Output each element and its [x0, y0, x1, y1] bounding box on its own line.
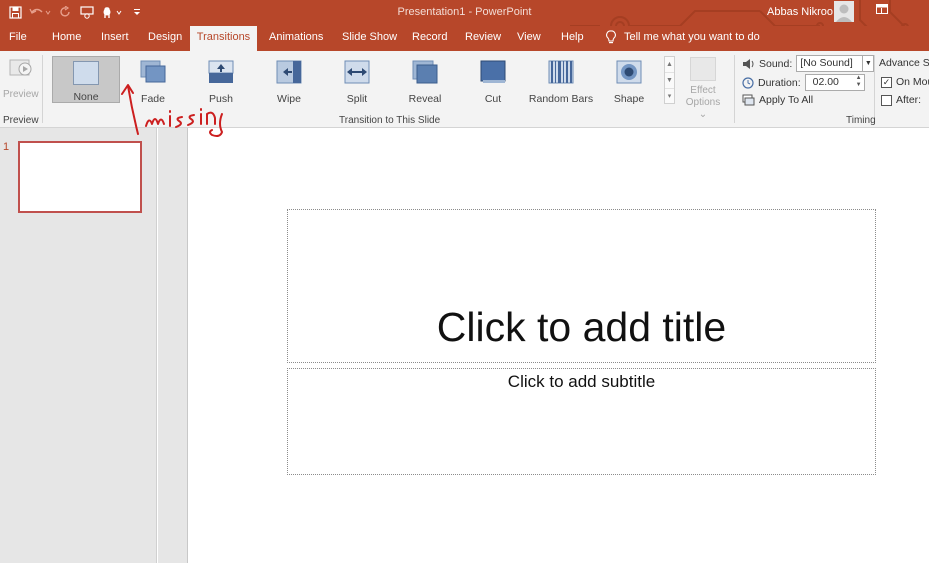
- on-mouse-click-checkbox[interactable]: ✓: [881, 76, 892, 88]
- gallery-more-icon[interactable]: ▾: [665, 89, 674, 105]
- group-divider: [42, 55, 43, 123]
- avatar[interactable]: [834, 1, 854, 22]
- transition-wipe[interactable]: Wipe: [256, 56, 322, 105]
- transition-cut[interactable]: Cut: [460, 56, 526, 105]
- transition-label: Wipe: [277, 93, 301, 105]
- lightbulb-icon: [606, 30, 616, 44]
- effect-options-label-2: Options ⌄: [685, 97, 721, 120]
- duration-label: Duration:: [758, 76, 801, 89]
- effect-options-label-1: Effect: [690, 85, 716, 96]
- tab-animations[interactable]: Animations: [269, 31, 323, 43]
- tab-transitions[interactable]: Transitions: [190, 26, 257, 51]
- apply-all-icon: [742, 94, 755, 106]
- advance-slide-label: Advance Sli: [879, 57, 929, 69]
- apply-to-all-button[interactable]: Apply To All: [742, 94, 813, 106]
- pane-splitter[interactable]: [158, 128, 188, 563]
- after-row[interactable]: After:: [881, 94, 921, 106]
- slide-thumbnail[interactable]: [18, 141, 142, 213]
- tab-home[interactable]: Home: [52, 31, 81, 43]
- apply-to-all-label: Apply To All: [759, 94, 814, 106]
- random-bars-icon: [548, 60, 574, 84]
- sound-row: Sound: [No Sound] ▼: [742, 55, 875, 72]
- tab-design[interactable]: Design: [148, 31, 182, 43]
- group-label-preview: Preview: [3, 115, 39, 126]
- sound-label: Sound:: [759, 57, 793, 70]
- tell-me-search[interactable]: Tell me what you want to do: [606, 30, 760, 44]
- transition-push[interactable]: Push: [188, 56, 254, 105]
- slide-canvas: Click to add title Click to add subtitle: [189, 137, 929, 563]
- group-label-timing: Timing: [846, 115, 876, 126]
- preview-button[interactable]: Preview: [3, 56, 39, 100]
- gallery-scroll: ▲ ▼ ▾: [664, 56, 675, 104]
- preview-label: Preview: [3, 89, 39, 100]
- transition-label: None: [73, 91, 99, 103]
- shape-icon: [616, 60, 642, 84]
- transition-random-bars[interactable]: Random Bars: [528, 56, 594, 105]
- tell-me-label: Tell me what you want to do: [624, 31, 760, 43]
- sound-select[interactable]: [No Sound] ▼: [796, 55, 875, 72]
- transition-none[interactable]: None: [52, 56, 120, 103]
- title-placeholder[interactable]: Click to add title: [287, 209, 876, 363]
- transition-label: Cut: [484, 93, 502, 105]
- wipe-icon: [276, 60, 302, 84]
- reveal-icon: [412, 60, 438, 84]
- transition-label: Random Bars: [528, 93, 594, 105]
- gallery-scroll-up-icon[interactable]: ▲: [665, 57, 674, 73]
- cut-icon: [480, 60, 506, 83]
- tab-slide-show[interactable]: Slide Show: [342, 31, 397, 43]
- tab-record[interactable]: Record: [412, 31, 447, 43]
- transition-label: Fade: [141, 93, 165, 105]
- transition-reveal[interactable]: Reveal: [392, 56, 458, 105]
- user-name[interactable]: Abbas Nikroo: [767, 6, 833, 18]
- tab-view[interactable]: View: [517, 31, 541, 43]
- ribbon-tabs: File Home Insert Design Transitions Anim…: [0, 26, 929, 51]
- ribbon-display-options-icon[interactable]: [876, 4, 888, 18]
- subtitle-placeholder[interactable]: Click to add subtitle: [287, 368, 876, 475]
- duration-row: Duration: 02.00 ▲ ▼: [742, 74, 865, 91]
- tab-file[interactable]: File: [9, 31, 27, 43]
- fade-icon: [140, 60, 166, 83]
- transition-label: Shape: [613, 93, 645, 105]
- slides-pane: 1: [0, 128, 157, 563]
- clock-icon: [742, 76, 754, 89]
- preview-icon: [9, 59, 32, 76]
- group-divider: [874, 55, 875, 123]
- group-divider: [734, 55, 735, 123]
- transition-fade[interactable]: Fade: [120, 56, 186, 105]
- on-mouse-click-label: On Mou: [896, 76, 929, 88]
- transition-label: Reveal: [408, 93, 442, 105]
- ribbon: Preview Preview None Fade Push Wipe Spli…: [0, 51, 929, 128]
- subtitle-placeholder-text: Click to add subtitle: [507, 372, 656, 391]
- transition-label: Split: [346, 93, 368, 105]
- after-label: After:: [896, 94, 922, 106]
- group-label-transition: Transition to This Slide: [339, 115, 441, 126]
- spinner-icon[interactable]: ▲ ▼: [856, 75, 862, 89]
- title-bar: Presentation1 - PowerPoint Abbas Nikroo: [0, 0, 929, 26]
- duration-input[interactable]: 02.00 ▲ ▼: [804, 74, 865, 91]
- transition-split[interactable]: Split: [324, 56, 390, 105]
- tab-review[interactable]: Review: [465, 31, 501, 43]
- push-icon: [208, 60, 234, 83]
- effect-options-icon: [690, 57, 716, 81]
- speaker-icon: [743, 58, 754, 69]
- split-icon: [344, 60, 370, 84]
- after-checkbox[interactable]: [881, 94, 892, 106]
- transition-shape[interactable]: Shape: [596, 56, 662, 105]
- duration-value: 02.00: [812, 76, 839, 88]
- gallery-scroll-down-icon[interactable]: ▼: [665, 73, 674, 89]
- title-placeholder-text: Click to add title: [436, 304, 727, 350]
- on-mouse-click-row[interactable]: ✓ On Mou: [881, 76, 929, 88]
- transition-label: Push: [209, 93, 233, 105]
- chevron-down-icon: ▼: [862, 56, 873, 71]
- effect-options-button[interactable]: Effect Options ⌄: [681, 56, 725, 121]
- tab-insert[interactable]: Insert: [101, 31, 129, 43]
- tab-help[interactable]: Help: [561, 31, 584, 43]
- sound-value: [No Sound]: [800, 57, 853, 69]
- slide-number: 1: [3, 141, 10, 153]
- transition-none-icon: [73, 61, 99, 85]
